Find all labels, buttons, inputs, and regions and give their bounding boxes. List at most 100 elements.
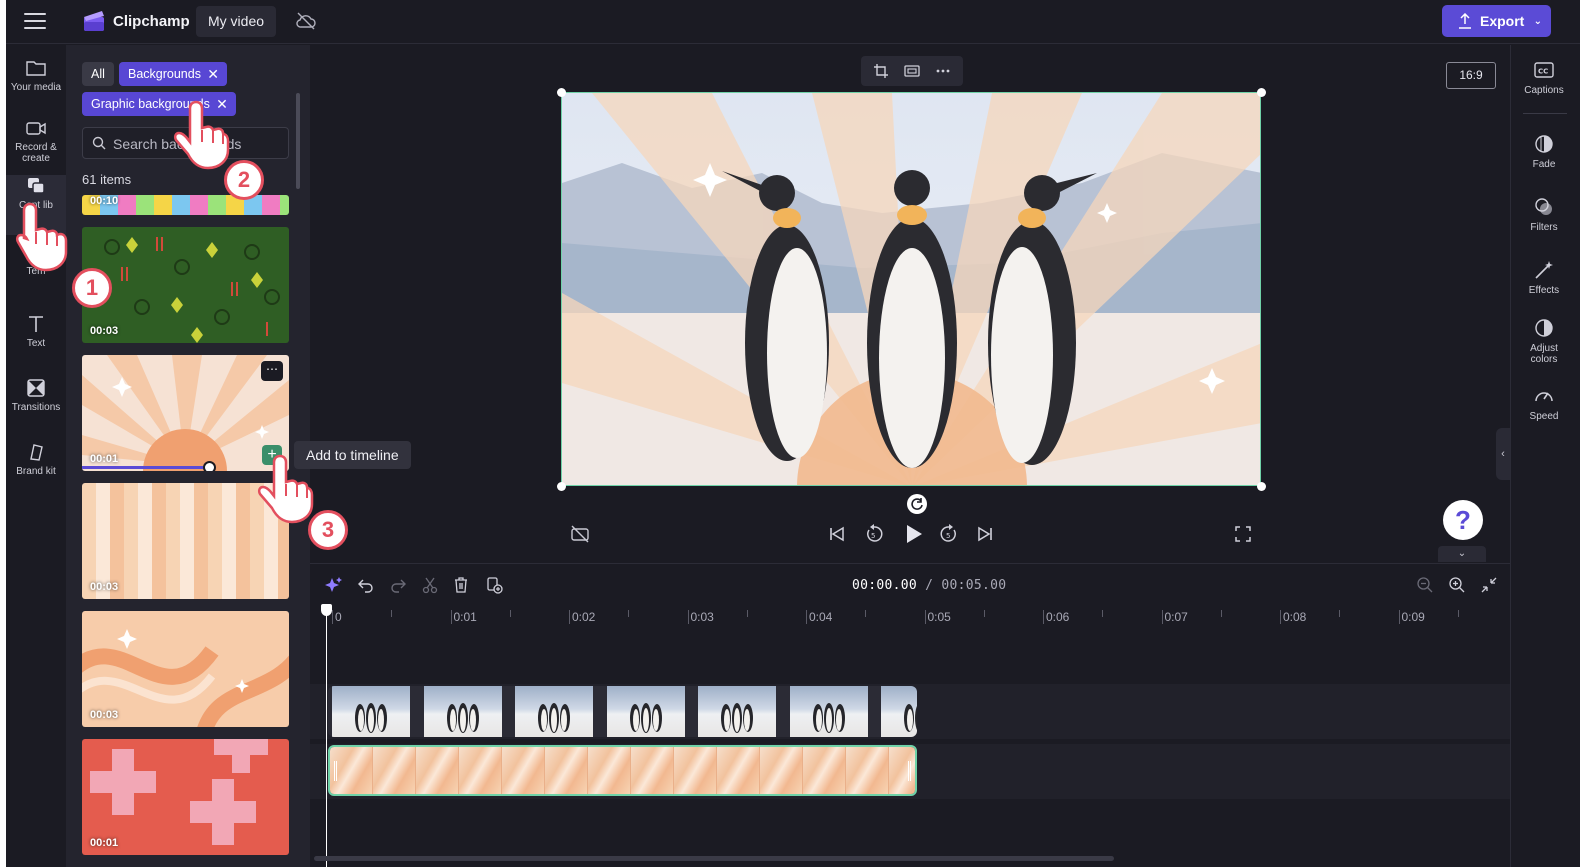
rail-label: Effects bbox=[1528, 285, 1560, 296]
penguin-video-clip[interactable] bbox=[328, 686, 917, 737]
resize-handle[interactable] bbox=[1257, 482, 1266, 491]
brand-name: Clipchamp bbox=[113, 13, 190, 30]
more-icon[interactable] bbox=[935, 63, 951, 79]
resize-handle[interactable] bbox=[557, 482, 566, 491]
filmstrip-frame bbox=[423, 686, 502, 737]
camera-icon bbox=[26, 122, 46, 135]
effects-icon bbox=[1535, 261, 1553, 279]
captions-icon: CC bbox=[1534, 62, 1554, 78]
timecode: 00:00.00 / 00:05.00 bbox=[852, 578, 1006, 593]
rail-item-fade[interactable]: Fade bbox=[1511, 133, 1577, 170]
more-options-button[interactable]: ⋯ bbox=[261, 361, 283, 381]
rail-label: Brand kit bbox=[16, 466, 56, 477]
ruler-tick bbox=[1280, 610, 1281, 624]
adjust-colors-icon bbox=[1535, 319, 1553, 337]
ruler-tick-minor bbox=[509, 610, 511, 617]
rail-item-brand-kit[interactable]: Brand kit bbox=[6, 441, 66, 499]
filmstrip-frame bbox=[502, 747, 545, 794]
export-label: Export bbox=[1480, 13, 1525, 29]
ruler-label: 0:05 bbox=[927, 610, 951, 624]
resize-handle[interactable] bbox=[557, 88, 566, 97]
ruler-tick-minor bbox=[1220, 610, 1222, 617]
preview-area: 16:9 5 5 ? ⌄ ‹ bbox=[310, 45, 1510, 563]
panel-scrollbar[interactable] bbox=[296, 93, 300, 189]
rail-label: Fade bbox=[1532, 159, 1556, 170]
chevron-down-icon[interactable]: ⌄ bbox=[1438, 546, 1486, 562]
ruler-tick-minor bbox=[1457, 610, 1459, 617]
rail-item-effects[interactable]: Effects bbox=[1511, 259, 1577, 296]
duplicate-icon[interactable] bbox=[485, 576, 503, 594]
filmstrip-frame bbox=[459, 747, 502, 794]
fit-icon[interactable] bbox=[904, 63, 920, 79]
forward-5-icon[interactable]: 5 bbox=[938, 523, 960, 545]
rail-label: Filters bbox=[1530, 222, 1558, 233]
rail-item-speed[interactable]: Speed bbox=[1511, 385, 1577, 422]
undo-icon[interactable] bbox=[357, 576, 375, 594]
left-nav-rail: Your media Record & create Cont lib Tem … bbox=[6, 45, 66, 867]
ruler-label: 0:08 bbox=[1283, 610, 1307, 624]
filmstrip-frame bbox=[631, 747, 674, 794]
clipchamp-logo-icon bbox=[84, 11, 104, 31]
rail-item-transitions[interactable]: Transitions bbox=[6, 377, 66, 435]
redo-icon[interactable] bbox=[389, 576, 407, 594]
cloud-off-icon[interactable] bbox=[296, 12, 316, 30]
rail-item-filters[interactable]: Filters bbox=[1511, 196, 1577, 233]
playhead[interactable] bbox=[326, 609, 327, 867]
aspect-ratio-button[interactable]: 16:9 bbox=[1446, 62, 1496, 89]
search-icon bbox=[92, 136, 106, 150]
ruler-tick bbox=[924, 610, 926, 624]
collapse-panel-tab[interactable]: ‹ bbox=[1496, 428, 1510, 480]
resize-handle[interactable] bbox=[1257, 88, 1266, 97]
play-icon[interactable] bbox=[901, 522, 925, 546]
rail-item-your-media[interactable]: Your media bbox=[6, 57, 66, 115]
filmstrip-frame bbox=[789, 686, 868, 737]
close-icon[interactable]: ✕ bbox=[207, 62, 219, 86]
skip-back-icon[interactable] bbox=[826, 523, 848, 545]
filmstrip-frame bbox=[698, 686, 776, 737]
export-button[interactable]: Export ⌄ bbox=[1442, 5, 1551, 37]
background-thumbnail[interactable]: 00:10 bbox=[82, 195, 289, 215]
filmstrip-frame bbox=[717, 747, 760, 794]
filter-chip-backgrounds[interactable]: Backgrounds ✕ bbox=[119, 62, 227, 86]
cut-icon[interactable] bbox=[421, 576, 439, 594]
preview-toolbar bbox=[861, 56, 963, 86]
rail-item-captions[interactable]: CC Captions bbox=[1511, 59, 1577, 96]
menu-icon[interactable] bbox=[24, 13, 46, 29]
filter-chip-all[interactable]: All bbox=[82, 62, 114, 86]
project-title[interactable]: My video bbox=[196, 6, 277, 37]
video-canvas[interactable] bbox=[561, 92, 1261, 486]
rotate-handle[interactable] bbox=[907, 494, 927, 514]
ruler-label: 0:07 bbox=[1164, 610, 1188, 624]
background-thumbnail[interactable]: 00:03 bbox=[82, 611, 289, 727]
crop-icon[interactable] bbox=[873, 63, 889, 79]
fit-timeline-icon[interactable] bbox=[1480, 576, 1498, 594]
zoom-in-icon[interactable] bbox=[1448, 576, 1466, 594]
scrub-handle[interactable] bbox=[203, 461, 216, 471]
rewind-5-icon[interactable]: 5 bbox=[863, 523, 885, 545]
rail-label: Record & create bbox=[15, 142, 57, 164]
background-clip[interactable] bbox=[328, 745, 917, 796]
ai-sparkle-icon[interactable] bbox=[325, 576, 343, 594]
step-badge-3: 3 bbox=[308, 510, 348, 550]
trim-handle-right[interactable] bbox=[908, 761, 911, 781]
rail-item-text[interactable]: Text bbox=[6, 313, 66, 371]
delete-icon[interactable] bbox=[452, 576, 470, 594]
fullscreen-icon[interactable] bbox=[1232, 523, 1254, 545]
ruler-label: 0 bbox=[335, 610, 342, 624]
skip-forward-icon[interactable] bbox=[974, 523, 996, 545]
hand-cursor-icon bbox=[257, 454, 314, 524]
background-thumbnail[interactable]: 00:01 bbox=[82, 739, 289, 855]
zoom-out-icon[interactable] bbox=[1416, 576, 1434, 594]
rail-item-record-create[interactable]: Record & create bbox=[6, 117, 66, 175]
trim-handle-left[interactable] bbox=[334, 761, 337, 781]
camera-off-icon[interactable] bbox=[569, 523, 591, 545]
background-thumbnail[interactable]: 00:03 bbox=[82, 227, 289, 343]
divider bbox=[1523, 113, 1567, 114]
timeline-scrollbar[interactable] bbox=[314, 856, 1114, 861]
help-button[interactable]: ? bbox=[1443, 500, 1483, 540]
thumbnail-duration: 00:03 bbox=[90, 709, 119, 721]
rail-item-adjust-colors[interactable]: Adjust colors bbox=[1511, 317, 1577, 365]
penguins-frame bbox=[562, 93, 1260, 485]
playhead-knob[interactable] bbox=[321, 604, 332, 616]
time-ruler[interactable]: 0 0:01 0:02 0:03 0:04 0:05 0:06 0:07 0:08 0:09 bbox=[310, 604, 1510, 628]
